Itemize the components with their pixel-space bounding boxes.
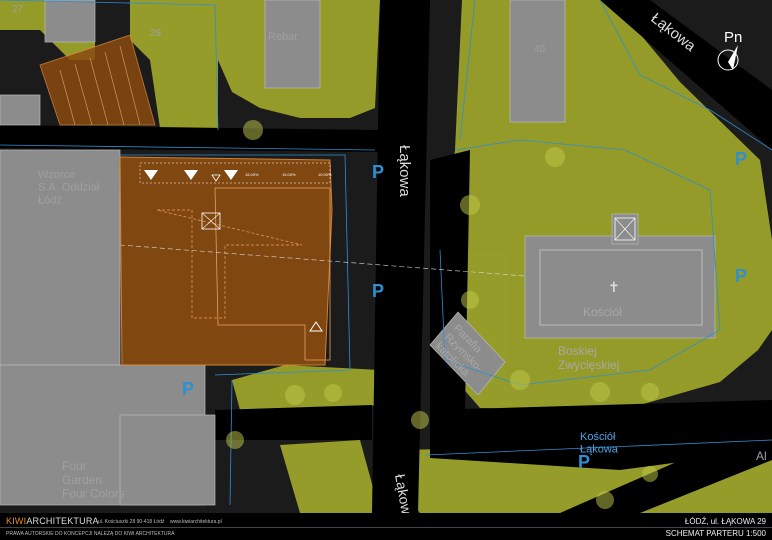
brand-logo: KIWIARCHITEKTURA bbox=[6, 516, 99, 526]
street-lakowa-vertical: Łąkowa bbox=[396, 145, 413, 197]
parking-icon: P bbox=[182, 379, 194, 399]
building-four-colors-annex bbox=[119, 414, 216, 506]
label-nr40: 40 bbox=[534, 44, 546, 55]
map-stage: 15.00% 15.00% 10.00% ✝ Wzorce S.A. Oddzia… bbox=[0, 0, 772, 540]
dimension-1: 15.00% bbox=[245, 172, 259, 177]
north-arrow-label: Pn bbox=[724, 29, 742, 46]
brand-kiwi: KIWI bbox=[6, 516, 27, 526]
footer-location: ŁÓDŹ, ul. ŁĄKOWA 29 bbox=[684, 517, 766, 526]
footer-divider bbox=[0, 527, 772, 528]
parking-icon: P bbox=[372, 162, 384, 182]
building-nr40 bbox=[509, 0, 566, 123]
parking-icon: P bbox=[578, 452, 590, 472]
footer-address: ul. Kościuszki 28 90-418 Łódź bbox=[98, 519, 165, 525]
church-cross-icon: ✝ bbox=[608, 279, 620, 295]
label-rebar: Rebar bbox=[268, 31, 298, 43]
building-small-left bbox=[0, 94, 41, 126]
building-top-left bbox=[44, 0, 96, 43]
parking-icon: P bbox=[372, 281, 384, 301]
dimension-2: 15.00% bbox=[282, 172, 296, 177]
dimension-3: 10.00% bbox=[318, 172, 332, 177]
label-nr29: 29 bbox=[150, 28, 162, 39]
label-nr27: 27 bbox=[12, 4, 24, 15]
label-al: Al bbox=[756, 449, 767, 463]
parking-icon: P bbox=[735, 266, 747, 286]
footer-scheme: SCHEMAT PARTERU 1:500 bbox=[665, 529, 766, 538]
building-rebar bbox=[264, 0, 321, 89]
footer-web: www.kiwiarchitektura.pl bbox=[170, 519, 222, 525]
building-church bbox=[524, 235, 716, 339]
brand-arch: ARCHITEKTURA bbox=[26, 516, 99, 526]
footer-rights: PRAWA AUTORSKIE DO KONCEPCJI NALEŻĄ DO K… bbox=[6, 531, 175, 537]
site-map[interactable]: 15.00% 15.00% 10.00% ✝ Wzorce S.A. Oddzia… bbox=[0, 0, 772, 513]
parking-icon: P bbox=[735, 149, 747, 169]
label-kosciol: Kościół bbox=[583, 305, 622, 319]
title-block: KIWIARCHITEKTURA ul. Kościuszki 28 90-41… bbox=[0, 513, 772, 540]
